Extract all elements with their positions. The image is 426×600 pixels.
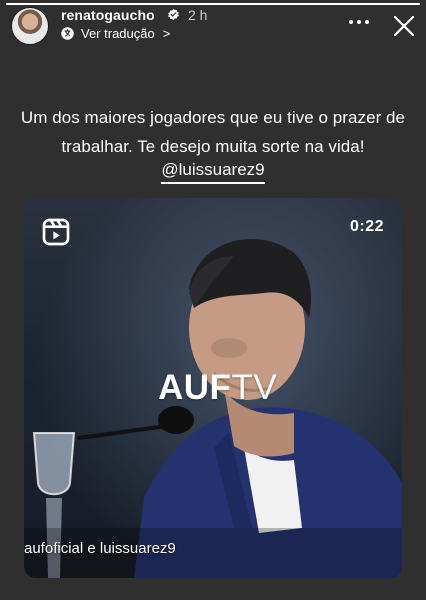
- username[interactable]: renatogaucho: [61, 7, 155, 23]
- story-header: renatogaucho 2 h Ver tradução >: [0, 0, 426, 50]
- avatar[interactable]: [11, 7, 49, 45]
- auftv-logo: AUFTV: [158, 368, 277, 408]
- reels-icon: [42, 218, 70, 246]
- translate-icon: [61, 27, 74, 40]
- mention-label: @luissuarez9: [161, 160, 265, 184]
- translate-label: Ver tradução: [81, 26, 155, 41]
- auftv-logo-primary: AUF: [158, 368, 232, 407]
- verified-badge-icon: [168, 8, 179, 21]
- video-duration: 0:22: [349, 218, 384, 235]
- reel-credit: aufoficial e luissuarez9: [24, 540, 176, 557]
- mention-link[interactable]: @luissuarez9: [0, 160, 426, 184]
- story-caption: Um dos maiores jogadores que eu tive o p…: [20, 108, 406, 156]
- more-icon[interactable]: [349, 20, 369, 26]
- chevron-right-icon: >: [162, 26, 171, 41]
- auftv-logo-secondary: TV: [231, 368, 278, 407]
- post-time: 2 h: [188, 7, 208, 23]
- reel-card[interactable]: 0:22 AUFTV aufoficial e luissuarez9: [24, 198, 402, 578]
- close-icon[interactable]: [392, 14, 416, 38]
- translate-button[interactable]: Ver tradução >: [60, 26, 170, 41]
